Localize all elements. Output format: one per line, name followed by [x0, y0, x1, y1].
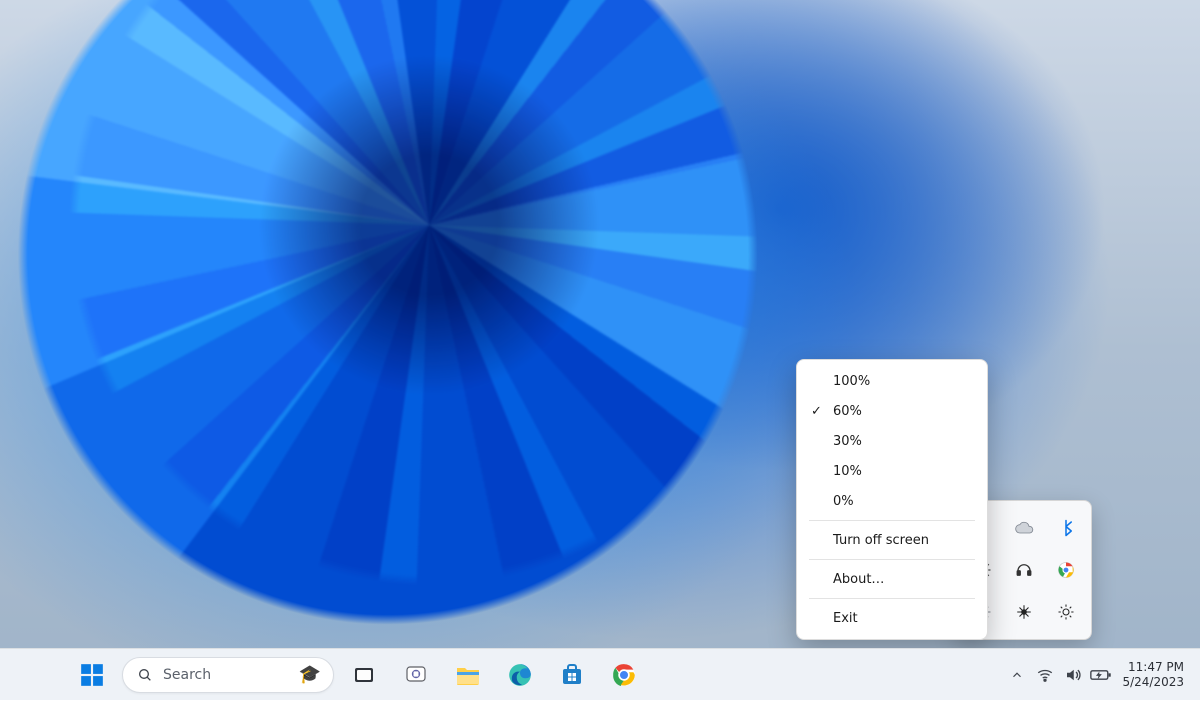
chrome-tray-icon[interactable]: [1047, 551, 1085, 589]
bloom-graphic: [0, 0, 890, 719]
menu-label: 30%: [833, 434, 862, 449]
start-button[interactable]: [70, 653, 114, 697]
onedrive-icon[interactable]: [1006, 509, 1044, 547]
search-icon: [137, 667, 153, 683]
menu-item-100[interactable]: 100%: [797, 366, 987, 396]
brightness-icon[interactable]: [1047, 593, 1085, 631]
clock-time: 11:47 PM: [1128, 660, 1184, 675]
taskbar: Search 🎓: [0, 648, 1200, 700]
menu-item-30[interactable]: 30%: [797, 426, 987, 456]
menu-label: 10%: [833, 464, 862, 479]
task-view-button[interactable]: [342, 653, 386, 697]
menu-label: About…: [833, 572, 884, 587]
menu-label: 60%: [833, 404, 862, 419]
battery-icon[interactable]: [1088, 653, 1114, 697]
menu-separator: [809, 598, 975, 599]
chrome-button[interactable]: [602, 653, 646, 697]
menu-item-0[interactable]: 0%: [797, 486, 987, 516]
wifi-icon[interactable]: [1032, 653, 1058, 697]
menu-item-10[interactable]: 10%: [797, 456, 987, 486]
menu-item-turn-off[interactable]: Turn off screen: [797, 525, 987, 555]
clock-date: 5/24/2023: [1122, 675, 1184, 690]
menu-label: Exit: [833, 611, 858, 626]
search-placeholder: Search: [163, 667, 289, 683]
taskbar-search[interactable]: Search 🎓: [122, 657, 334, 693]
taskbar-pinned-area: Search 🎓: [70, 649, 646, 700]
menu-label: 0%: [833, 494, 854, 509]
microsoft-store-button[interactable]: [550, 653, 594, 697]
menu-item-exit[interactable]: Exit: [797, 603, 987, 633]
menu-label: 100%: [833, 374, 870, 389]
taskbar-clock[interactable]: 11:47 PM 5/24/2023: [1116, 660, 1194, 690]
headset-icon[interactable]: [1006, 551, 1044, 589]
chat-button[interactable]: [394, 653, 438, 697]
taskbar-system-tray: 11:47 PM 5/24/2023: [1004, 649, 1194, 700]
menu-item-60[interactable]: 60%: [797, 396, 987, 426]
graduation-cap-icon: 🎓: [299, 664, 321, 685]
menu-item-about[interactable]: About…: [797, 564, 987, 594]
contrast-icon[interactable]: [1006, 593, 1044, 631]
edge-button[interactable]: [498, 653, 542, 697]
file-explorer-button[interactable]: [446, 653, 490, 697]
volume-icon[interactable]: [1060, 653, 1086, 697]
bluetooth-icon[interactable]: [1047, 509, 1085, 547]
brightness-context-menu: 100% 60% 30% 10% 0% Turn off screen Abou…: [796, 359, 988, 640]
menu-label: Turn off screen: [833, 533, 929, 548]
menu-separator: [809, 559, 975, 560]
menu-separator: [809, 520, 975, 521]
tray-overflow-chevron-icon[interactable]: [1004, 653, 1030, 697]
